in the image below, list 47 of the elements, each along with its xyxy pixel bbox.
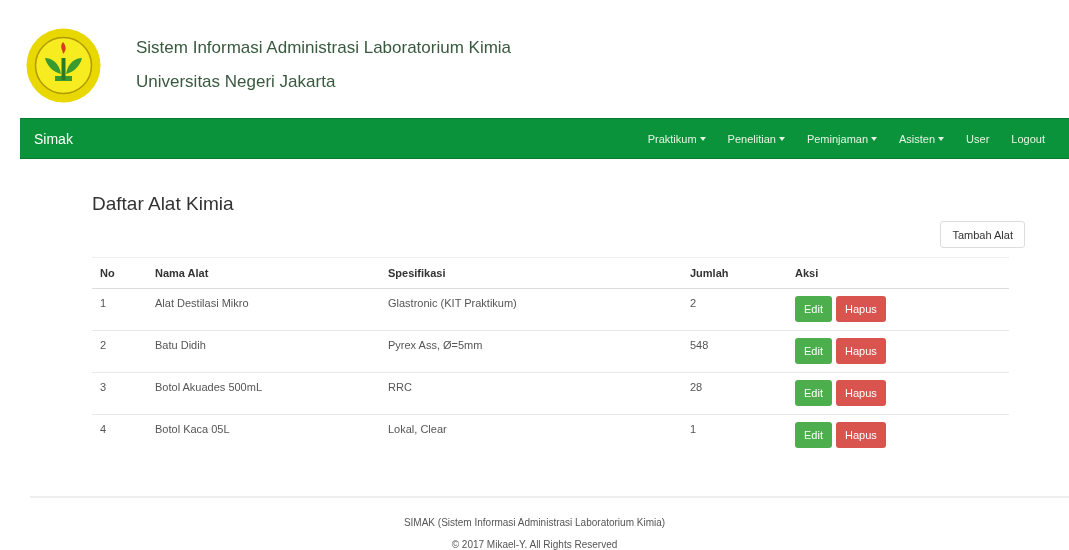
add-tool-button[interactable]: Tambah Alat — [940, 221, 1025, 248]
table-cell: Botol Akuades 500mL — [147, 372, 380, 415]
caret-icon — [778, 136, 785, 141]
edit-button[interactable]: Edit — [795, 296, 832, 322]
footer-text: © 2017 Mikael-Y. All Rights Reserved — [451, 539, 618, 550]
navbar-brand[interactable]: Simak — [34, 130, 637, 147]
logo-icon — [25, 27, 102, 103]
delete-button[interactable]: Hapus — [835, 296, 886, 322]
caret-icon — [699, 136, 706, 141]
delete-button[interactable]: Hapus — [835, 422, 886, 448]
column-header: No — [92, 257, 147, 289]
caret-icon — [938, 136, 945, 141]
table-cell: Pyrex Ass, Ø=5mm — [380, 330, 682, 373]
nav-link[interactable]: Logout — [1000, 132, 1069, 145]
nav-link[interactable]: Peminjaman — [795, 132, 889, 145]
table-cell: RRC — [380, 372, 682, 415]
footer-text: SIMAK (Sistem Informasi Administrasi Laboratorium Kimia) — [403, 517, 666, 528]
edit-button[interactable]: Edit — [795, 338, 832, 364]
nav-link[interactable]: Praktikum — [636, 132, 717, 145]
nav-link[interactable]: Asisten — [888, 132, 956, 145]
table-cell: 28 — [682, 372, 787, 415]
table-cell: 548 — [682, 330, 787, 373]
table-cell: Botol Kaca 05L — [147, 414, 380, 456]
site-subtitle: Universitas Negeri Jakarta — [136, 72, 337, 93]
caret-icon — [871, 136, 878, 141]
column-header: Jumlah — [682, 257, 787, 289]
edit-button[interactable]: Edit — [795, 422, 832, 448]
column-header: Aksi — [787, 257, 1009, 289]
table-cell: 1 — [92, 288, 147, 331]
table-cell: 2 — [682, 288, 787, 331]
table-cell: 3 — [92, 372, 147, 415]
edit-button[interactable]: Edit — [795, 380, 832, 406]
column-header: Nama Alat — [147, 257, 380, 289]
column-header: Spesifikasi — [380, 257, 682, 289]
table-cell: Glastronic (KIT Praktikum) — [380, 288, 682, 331]
delete-button[interactable]: Hapus — [835, 338, 886, 364]
site-title: Sistem Informasi Administrasi Laboratorium Kimia — [136, 38, 512, 59]
table-cell: Lokal, Clear — [380, 414, 682, 456]
table-cell: 1 — [682, 414, 787, 456]
table-cell: 2 — [92, 330, 147, 373]
nav-link[interactable]: User — [955, 132, 1001, 145]
page-heading: Daftar Alat Kimia — [92, 193, 235, 215]
delete-button[interactable]: Hapus — [835, 380, 886, 406]
table-cell: Alat Destilasi Mikro — [147, 288, 380, 331]
table-cell: 4 — [92, 414, 147, 456]
table-cell: Batu Didih — [147, 330, 380, 373]
nav-link[interactable]: Penelitian — [716, 132, 796, 145]
